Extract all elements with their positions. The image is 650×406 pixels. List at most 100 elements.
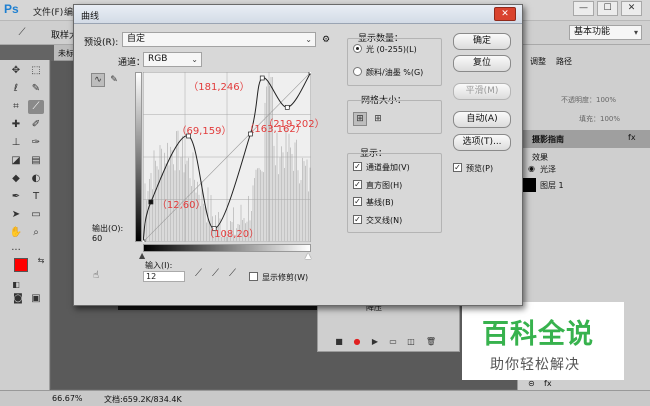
histogram-bar [291,153,293,242]
dodge-tool-icon[interactable]: ◐ [28,172,44,186]
stop-icon[interactable]: ■ [332,336,346,348]
eyedropper-icon[interactable]: ⟋ [14,26,30,40]
fx-icon: fx [628,133,636,142]
histogram-bar [285,127,287,242]
dialog-titlebar[interactable]: 曲线 ✕ [74,5,522,24]
histogram-checkbox[interactable]: ✓ [353,180,362,189]
target-adjust-icon[interactable]: ☝ [93,270,99,281]
preset-select[interactable]: 自定 ⌄ [122,32,316,47]
histogram-bar [276,132,278,242]
preset-options-icon[interactable]: ⚙ [322,35,330,45]
curve-edit-icon[interactable]: ∿ [91,73,105,87]
pigment-radio[interactable] [353,67,362,76]
smooth-button[interactable]: 平滑(M) [453,83,511,100]
play-icon[interactable]: ▶ [368,336,382,348]
histogram-bar [200,206,201,242]
gray-eyedropper-icon[interactable]: ⟋ [212,268,219,279]
path-select-icon[interactable]: ➤ [8,208,24,222]
opacity-label[interactable]: 不透明度：100% [561,95,616,105]
black-eyedropper-icon[interactable]: ⟋ [195,268,202,279]
input-value-field[interactable]: 12 [143,271,185,282]
white-eyedropper-icon[interactable]: ⟋ [229,268,236,279]
crop-tool-icon[interactable]: ⌗ [8,100,24,114]
layer-row[interactable]: 图层 1 [518,176,650,194]
record-icon[interactable]: ● [350,336,364,348]
zoom-level[interactable]: 66.67% [52,394,83,403]
hand-tool-icon[interactable]: ✋ [8,226,24,240]
pen-tool-icon[interactable]: ✒ [8,190,24,204]
maximize-button[interactable]: ☐ [597,1,618,16]
brush-tool-icon[interactable]: ✐ [28,118,44,132]
white-point-slider[interactable]: ▲ [305,251,311,260]
crosshair-checkbox[interactable]: ✓ [353,215,362,224]
curve-control-point[interactable] [148,199,154,205]
tab-adjustments[interactable]: 调整 [530,56,546,67]
close-window-button[interactable]: ✕ [621,1,642,16]
eraser-tool-icon[interactable]: ◪ [8,154,24,168]
histogram-bar [278,174,279,242]
dialog-close-button[interactable]: ✕ [494,7,516,21]
channel-overlay-checkbox[interactable]: ✓ [353,162,362,171]
eye-icon[interactable]: ◉ [528,164,535,173]
minimize-button[interactable]: — [573,1,594,16]
zoom-tool-icon[interactable]: ⌕ [28,226,44,240]
foreground-color-swatch[interactable] [14,258,28,272]
quick-select-icon[interactable]: ✎ [28,82,44,96]
swap-colors-icon[interactable]: ⇆ [33,254,49,268]
detailed-grid-icon[interactable]: ⊞ [371,112,385,126]
light-radio[interactable] [353,44,362,53]
lasso-tool-icon[interactable]: ℓ [8,82,24,96]
link-layers-icon[interactable]: ⊝ [528,379,535,388]
menu-file[interactable]: 文件(F) [33,5,63,18]
tab-paths[interactable]: 路径 [556,56,572,67]
new-action-icon[interactable]: ◫ [404,336,418,348]
shape-tool-icon[interactable]: ▭ [28,208,44,222]
histogram-bar [281,146,282,242]
stamp-tool-icon[interactable]: ⊥ [8,136,24,150]
input-label: 输入(I): [145,261,173,270]
baseline-checkbox[interactable]: ✓ [353,197,362,206]
curve-control-point[interactable] [284,104,290,110]
type-tool-icon[interactable]: T [28,190,44,204]
black-point-slider[interactable]: ▲ [139,251,145,260]
history-brush-icon[interactable]: ✑ [28,136,44,150]
move-tool-icon[interactable]: ✥ [8,64,24,78]
quick-mask-icon[interactable]: ◙ [10,292,26,306]
more-tools-icon[interactable]: ··· [8,244,24,258]
histogram-bar [147,191,149,242]
workspace-select[interactable]: 基本功能 ▾ [569,25,642,40]
curves-graph[interactable] [143,72,311,242]
blur-tool-icon[interactable]: ◆ [8,172,24,186]
auto-button[interactable]: 自动(A) [453,111,511,128]
curve-control-point[interactable] [259,75,265,81]
fill-label[interactable]: 填充：100% [579,114,620,124]
trash-icon[interactable]: 🗑 [424,336,438,348]
ok-button[interactable]: 确定 [453,33,511,50]
screen-mode-icon[interactable]: ▣ [28,292,44,306]
preview-checkbox[interactable]: ✓ [453,163,462,172]
default-colors-icon[interactable]: ◧ [8,278,24,292]
new-set-icon[interactable]: ▭ [386,336,400,348]
histogram-bar [303,161,305,242]
menu-edit[interactable]: 编 [64,5,73,18]
healing-tool-icon[interactable]: ✚ [8,118,24,132]
curve-control-point[interactable] [143,239,146,242]
show-clipping-checkbox[interactable] [249,272,258,281]
fx-button-icon[interactable]: fx [544,379,552,388]
pencil-icon[interactable]: ✎ [107,73,121,87]
channel-select[interactable]: RGB ⌄ [143,52,202,67]
point-coordinate-label: （12,60） [156,200,206,211]
eyedropper-tool-icon[interactable]: ⟋ [28,100,44,114]
gradient-tool-icon[interactable]: ▤ [28,154,44,168]
options-button[interactable]: 选项(T)... [453,134,511,151]
reset-button[interactable]: 复位 [453,55,511,72]
histogram-bar [309,167,311,242]
curve-control-point[interactable] [308,72,311,75]
show-clipping-label: 显示修剪(W) [262,273,309,282]
histogram-bar [284,167,285,242]
layer-row[interactable]: 摄影指南 fx [518,130,650,148]
output-value[interactable]: 60 [92,234,102,243]
document-tab[interactable]: 未标 [58,48,74,59]
marquee-tool-icon[interactable]: ⬚ [28,64,44,78]
simple-grid-icon[interactable]: ⊞ [353,112,367,126]
